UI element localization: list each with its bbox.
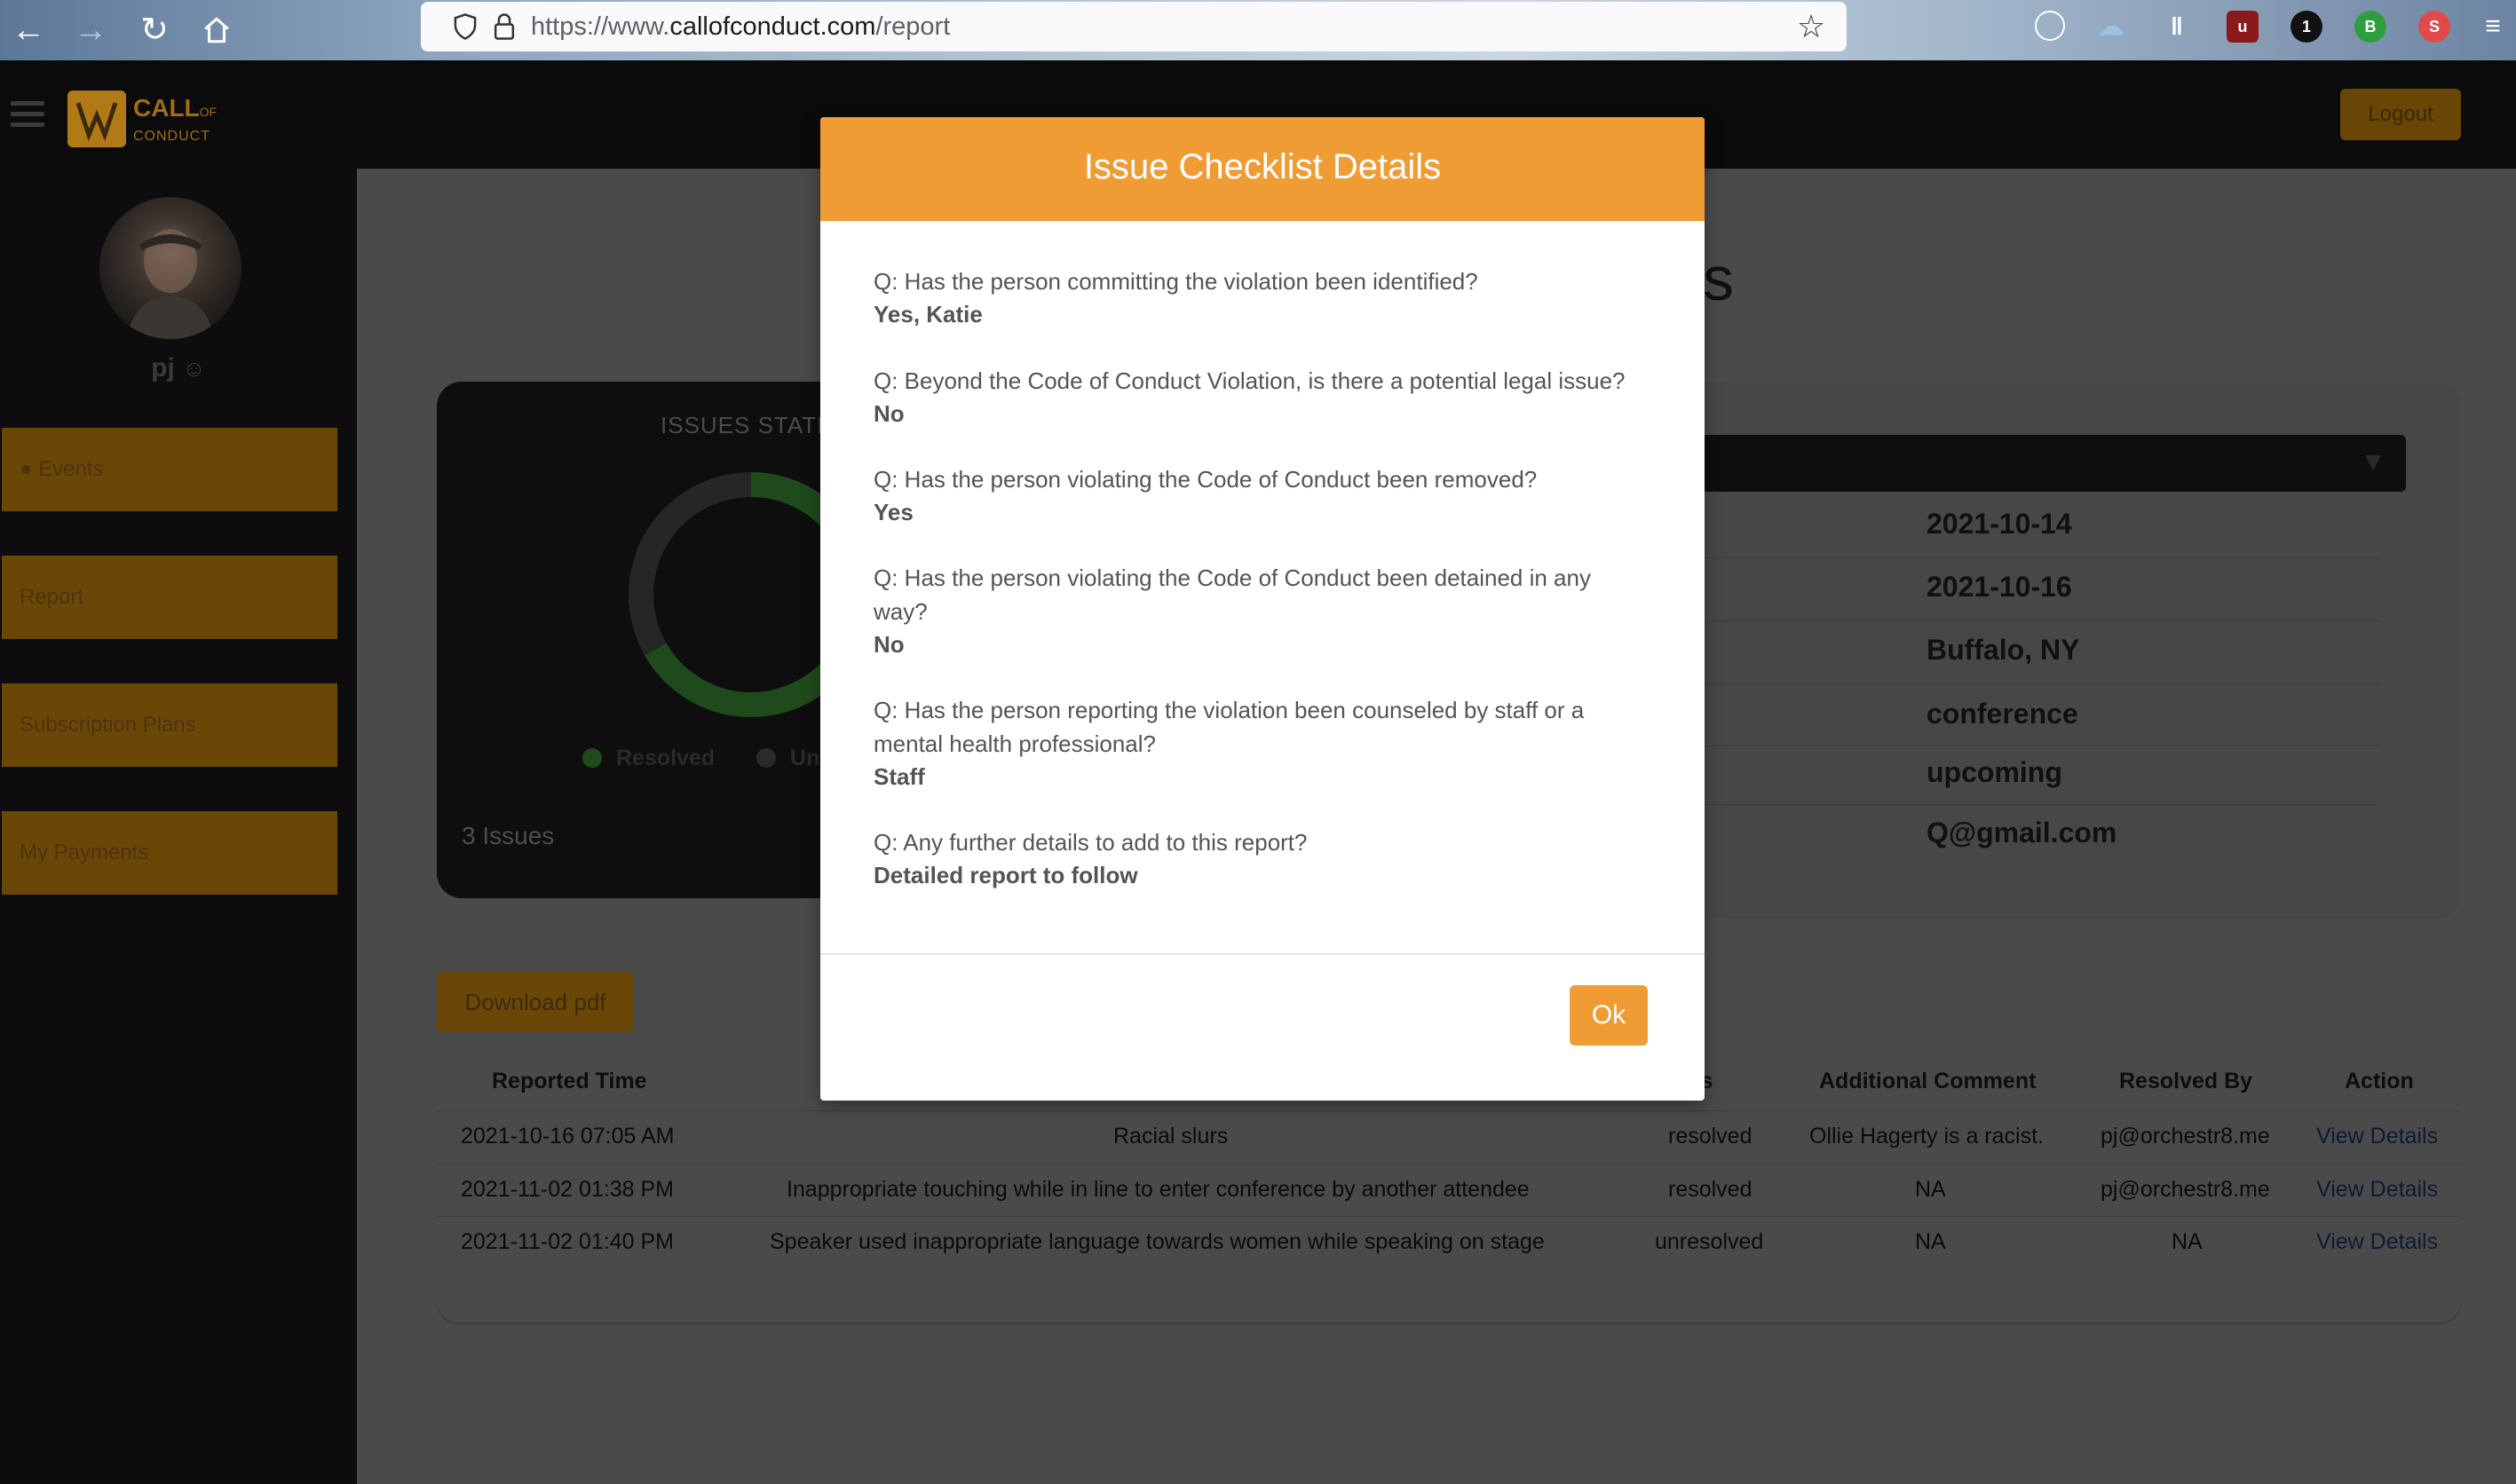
- checklist-answer: Yes: [874, 499, 914, 525]
- event-end-date: 2021-10-16: [1927, 571, 2072, 603]
- logo-sub: CONDUCT: [133, 129, 210, 144]
- username-text: pj: [151, 353, 175, 383]
- checklist-answer: Detailed report to follow: [874, 862, 1138, 888]
- lock-icon[interactable]: [487, 9, 522, 44]
- column-header-reported-time: Reported Time: [492, 1069, 647, 1093]
- logo-icon[interactable]: [67, 91, 126, 147]
- username: pj ☺: [0, 353, 357, 383]
- cell-comment: Ollie Hagerty is a racist.: [1809, 1124, 2044, 1149]
- page-title: s: [1703, 244, 1734, 313]
- sidebar-item-label: Events: [38, 457, 104, 481]
- modal-header: Issue Checklist Details: [820, 117, 1705, 221]
- sidebar-item-label: My Payments: [20, 841, 149, 864]
- library-icon[interactable]: ‖: [2161, 11, 2193, 43]
- reload-icon[interactable]: ↻: [133, 9, 176, 51]
- back-arrow-icon[interactable]: ←: [7, 9, 50, 51]
- ok-button[interactable]: Ok: [1570, 985, 1648, 1046]
- divider: [437, 1216, 2461, 1217]
- sidebar-item-label: Subscription Plans: [20, 713, 196, 737]
- checklist-question: Q: Has the person violating the Code of …: [874, 564, 1591, 625]
- checklist-question: Q: Has the person violating the Code of …: [874, 466, 1538, 493]
- issues-count: 3 Issues: [462, 822, 555, 849]
- column-header-resolved-by: Resolved By: [2119, 1069, 2253, 1093]
- cell-reported-time: 2021-10-16 07:05 AM: [461, 1124, 675, 1149]
- event-location: Buffalo, NY: [1927, 634, 2080, 666]
- forward-arrow-icon[interactable]: →: [69, 9, 112, 51]
- bookmark-star-icon[interactable]: ☆: [1793, 9, 1829, 44]
- cell-status: resolved: [1668, 1124, 1752, 1149]
- dashboard-icon: ●: [20, 457, 33, 481]
- logout-button[interactable]: Logout: [2340, 89, 2461, 140]
- cell-issue: Speaker used inappropriate language towa…: [770, 1229, 1545, 1254]
- sidebar-item-report[interactable]: Report: [2, 556, 337, 639]
- checklist-answer: Yes, Katie: [874, 301, 983, 328]
- home-icon[interactable]: [195, 9, 238, 51]
- divider: [437, 1110, 2461, 1111]
- event-type: conference: [1927, 698, 2078, 730]
- legend-dot-unresolved: [756, 748, 776, 768]
- cell-resolved-by: pj@orchestr8.me: [2101, 1124, 2270, 1149]
- checklist-answer: No: [874, 400, 905, 427]
- ublock-icon[interactable]: u: [2227, 11, 2259, 43]
- cell-issue: Inappropriate touching while in line to …: [787, 1177, 1530, 1202]
- sidebar-item-events[interactable]: ● Events: [2, 428, 337, 511]
- issues-stats-label: ISSUES STATIC: [661, 412, 843, 438]
- browser-toolbar: ← → ↻ https://www.callofconduct.com/repo…: [0, 0, 2516, 60]
- cell-reported-time: 2021-11-02 01:38 PM: [461, 1177, 674, 1202]
- avatar[interactable]: [99, 197, 241, 339]
- checklist-question: Q: Beyond the Code of Conduct Violation,…: [874, 367, 1626, 394]
- cell-reported-time: 2021-11-02 01:40 PM: [461, 1229, 674, 1254]
- modal-divider: [820, 953, 1705, 955]
- url-text[interactable]: https://www.callofconduct.com/report: [531, 2, 950, 51]
- cell-issue: Racial slurs: [1113, 1124, 1229, 1149]
- legend-dot-resolved: [582, 748, 602, 768]
- event-contact-email: Q@gmail.com: [1927, 817, 2117, 849]
- pocket-icon[interactable]: [2035, 11, 2065, 41]
- cell-comment: NA: [1915, 1177, 1946, 1202]
- shield-icon[interactable]: [447, 9, 483, 44]
- url-scheme: https://www.: [531, 12, 670, 41]
- menu-icon[interactable]: ≡: [2477, 11, 2509, 43]
- cell-resolved-by: NA: [2172, 1229, 2203, 1254]
- url-host: callofconduct.com: [669, 12, 876, 41]
- column-header-additional-comment: Additional Comment: [1819, 1069, 2037, 1093]
- address-bar[interactable]: https://www.callofconduct.com/report ☆: [421, 2, 1847, 51]
- modal-title: Issue Checklist Details: [1083, 147, 1442, 186]
- checklist-answer: No: [874, 631, 905, 658]
- view-details-link[interactable]: View Details: [2316, 1229, 2438, 1255]
- sync-icon[interactable]: ☁: [2095, 11, 2127, 43]
- hamburger-menu-icon[interactable]: [11, 101, 44, 128]
- sidebar-item-subscription-plans[interactable]: Subscription Plans: [2, 683, 337, 767]
- grammar-extension-icon[interactable]: B: [2354, 11, 2386, 43]
- download-pdf-button[interactable]: Download pdf: [437, 972, 634, 1032]
- sidebar-item-label: Report: [20, 585, 84, 609]
- legend-unresolved-label: Un: [790, 746, 820, 770]
- checklist-question: Q: Has the person committing the violati…: [874, 268, 1478, 295]
- event-start-date: 2021-10-14: [1927, 508, 2072, 540]
- cell-status: unresolved: [1655, 1229, 1764, 1254]
- url-path: /report: [875, 12, 951, 41]
- logo-text: CALLOF CONDUCT: [133, 96, 217, 149]
- logo-of: OF: [199, 105, 218, 119]
- checklist-answer: Staff: [874, 763, 925, 790]
- column-header-action: Action: [2345, 1069, 2414, 1093]
- checklist-question: Q: Has the person reporting the violatio…: [874, 697, 1585, 757]
- logo-main: CALL: [133, 94, 200, 122]
- issue-checklist-modal: Issue Checklist Details Q: Has the perso…: [820, 117, 1705, 1101]
- sidebar: pj ☺ ● Events Report Subscription Plans …: [0, 169, 357, 1484]
- checklist-question: Q: Any further details to add to this re…: [874, 829, 1308, 856]
- event-status: upcoming: [1927, 756, 2062, 788]
- sidebar-item-my-payments[interactable]: My Payments: [2, 811, 337, 895]
- legend-resolved-label: Resolved: [616, 746, 716, 770]
- profile-extension-icon[interactable]: S: [2418, 11, 2450, 43]
- cell-resolved-by: pj@orchestr8.me: [2101, 1177, 2270, 1202]
- user-profile-icon[interactable]: ☺: [182, 355, 206, 382]
- cell-comment: NA: [1915, 1229, 1946, 1254]
- cell-status: resolved: [1668, 1177, 1752, 1202]
- view-details-link[interactable]: View Details: [2316, 1177, 2438, 1203]
- view-details-link[interactable]: View Details: [2316, 1124, 2438, 1149]
- dropdown-arrow-icon: ▼: [2360, 447, 2386, 477]
- onepassword-icon[interactable]: 1: [2291, 11, 2322, 43]
